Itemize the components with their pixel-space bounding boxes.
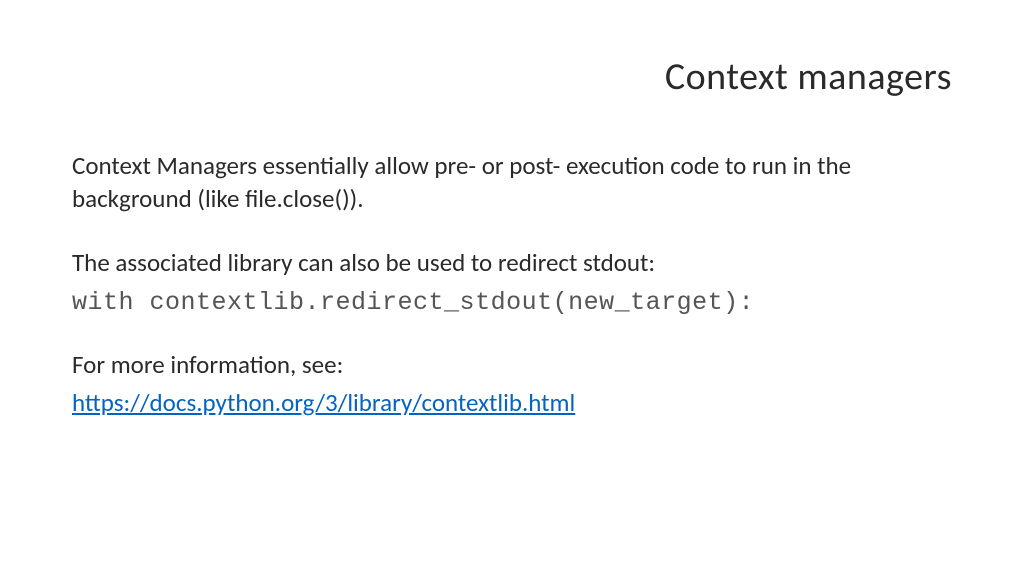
slide-title: Context managers — [72, 54, 952, 100]
stdout-paragraph: The associated library can also be used … — [72, 247, 952, 280]
intro-paragraph: Context Managers essentially allow pre- … — [72, 150, 952, 215]
intro-section: Context Managers essentially allow pre- … — [72, 150, 952, 215]
slide-container: Context managers Context Managers essent… — [0, 0, 1024, 576]
reference-section: For more information, see: https://docs.… — [72, 349, 952, 419]
stdout-section: The associated library can also be used … — [72, 247, 952, 317]
reference-label: For more information, see: — [72, 349, 952, 382]
code-example: with contextlib.redirect_stdout(new_targ… — [72, 288, 952, 317]
documentation-link[interactable]: https://docs.python.org/3/library/contex… — [72, 387, 575, 418]
